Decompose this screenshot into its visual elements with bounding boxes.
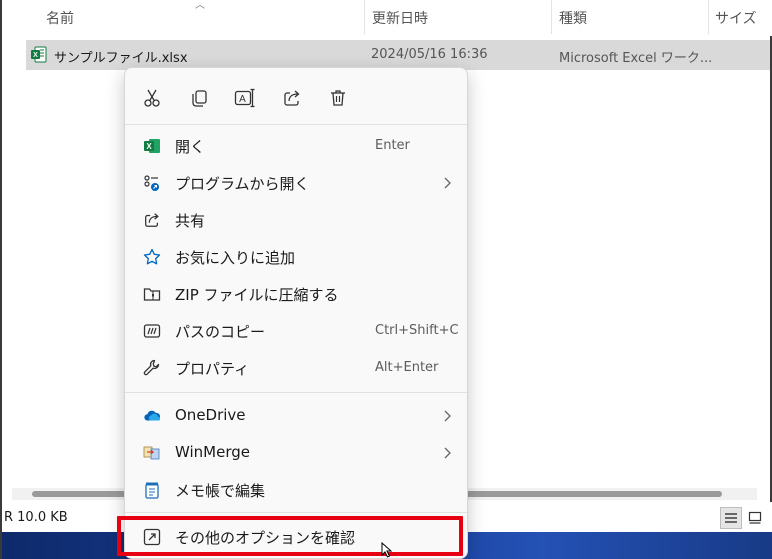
menu-item-label: プロパティ [175,360,250,378]
excel-icon: X [143,137,161,155]
rename-button[interactable]: A [230,84,260,112]
menu-item-label: プログラムから開く [175,175,310,193]
scissors-icon [144,89,160,107]
menu-item-compress-zip[interactable]: ZIP ファイルに圧縮する [129,277,463,311]
menu-item-show-more-options[interactable]: その他のオプションを確認 [129,520,463,554]
file-row-selected[interactable]: X サンプルファイル.xlsx 2024/05/16 16:36 Microso… [26,40,770,70]
share-icon [284,90,300,106]
delete-button[interactable] [323,84,353,112]
menu-item-winmerge[interactable]: WinMerge [129,436,463,470]
column-separator[interactable] [551,0,552,34]
details-view-button[interactable] [720,507,742,529]
rename-icon: A [234,88,255,108]
menu-item-shortcut: Alt+Enter [375,360,439,375]
chevron-right-icon [444,177,451,189]
trash-icon [331,90,345,106]
menu-item-label: パスのコピー [175,323,266,341]
menu-item-label: ZIP ファイルに圧縮する [175,286,339,304]
menu-item-share[interactable]: 共有 [129,203,463,237]
menu-divider [125,124,467,125]
column-modified[interactable]: 更新日時 [372,8,428,28]
menu-item-properties[interactable]: プロパティ Alt+Enter [129,351,463,385]
share-icon [143,211,161,229]
svg-text:X: X [146,142,152,151]
file-type: Microsoft Excel ワーク... [559,51,713,66]
path-icon [143,322,161,340]
menu-item-edit-notepad[interactable]: メモ帳で編集 [129,473,463,507]
column-separator[interactable] [364,0,365,34]
menu-item-label: メモ帳で編集 [175,482,266,500]
menu-item-label: その他のオプションを確認 [175,529,356,547]
column-name[interactable]: 名前 [46,8,74,28]
winmerge-icon [143,444,161,462]
menu-item-shortcut: Enter [375,138,410,153]
details-view-icon [725,513,737,523]
menu-item-shortcut: Ctrl+Shift+C [375,323,459,338]
copy-icon [192,90,207,107]
sort-caret-icon: ︿ [195,0,205,11]
open-with-icon [143,174,161,192]
cut-button[interactable] [137,84,167,112]
menu-divider [125,512,467,513]
share-quick-button[interactable] [277,84,307,112]
more-options-icon [143,528,161,546]
tiles-view-icon [748,511,762,524]
file-modified: 2024/05/16 16:36 [371,47,488,62]
copy-button[interactable] [184,84,214,112]
svg-text:X: X [33,52,38,59]
wrench-icon [143,359,161,377]
tiles-view-button[interactable] [744,507,766,529]
cloud-icon [143,407,161,425]
menu-divider [125,392,467,393]
column-header: ︿ 名前 更新日時 種類 サイズ [2,0,772,36]
star-icon [143,248,161,266]
file-name: サンプルファイル.xlsx [54,51,188,66]
column-type[interactable]: 種類 [559,8,587,28]
menu-item-label: OneDrive [175,406,246,424]
context-menu: A X 開く Enter プログラムから開く 共有 お気に入りに追加 ZIP フ… [124,67,468,559]
menu-item-open-with[interactable]: プログラムから開く [129,166,463,200]
chevron-right-icon [444,447,451,459]
menu-item-label: 共有 [175,212,206,230]
svg-text:A: A [239,94,246,105]
zip-folder-icon [143,285,161,303]
column-separator[interactable] [708,0,709,34]
notepad-icon [143,481,161,499]
menu-item-label: お気に入りに追加 [175,249,296,267]
menu-item-add-favorite[interactable]: お気に入りに追加 [129,240,463,274]
chevron-right-icon [444,410,451,422]
status-size: R 10.0 KB [4,510,68,525]
mouse-cursor-icon [381,542,393,558]
menu-item-onedrive[interactable]: OneDrive [129,399,463,433]
xlsx-file-icon: X [31,46,47,63]
column-size[interactable]: サイズ [715,8,757,28]
quick-actions-bar: A [125,80,467,116]
menu-item-label: WinMerge [175,443,250,461]
menu-item-open[interactable]: X 開く Enter [129,129,463,163]
menu-item-copy-path[interactable]: パスのコピー Ctrl+Shift+C [129,314,463,348]
menu-item-label: 開く [175,138,206,156]
